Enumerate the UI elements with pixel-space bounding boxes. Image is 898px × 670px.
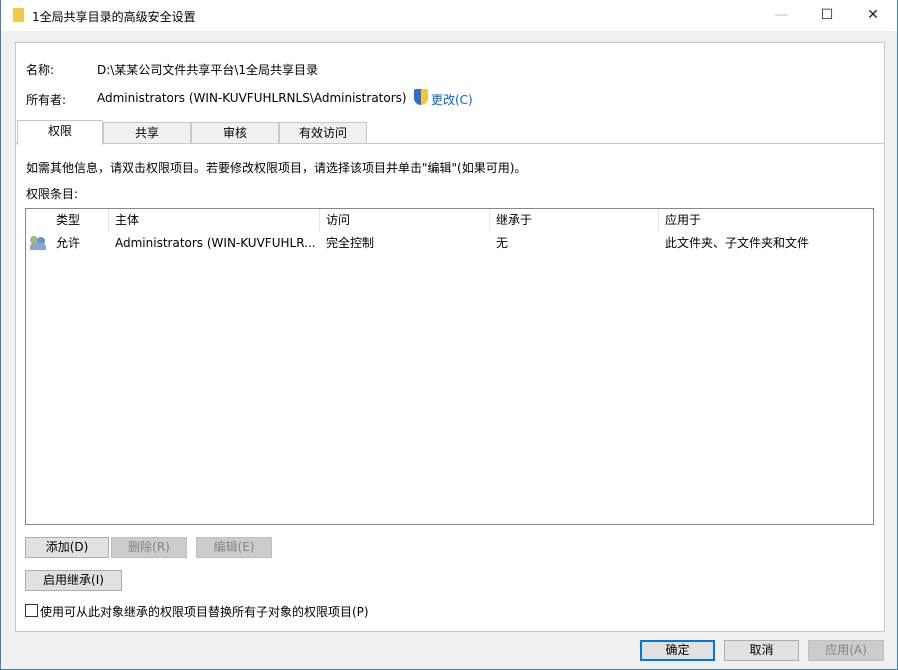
cell-applies-to: 此文件夹、子文件夹和文件 bbox=[659, 233, 809, 253]
minimize-button[interactable]: — bbox=[758, 0, 804, 30]
cell-principal: Administrators (WIN-KUVFUHLR... bbox=[109, 233, 316, 253]
owner-label: 所有者: bbox=[26, 91, 66, 108]
column-header-principal[interactable]: 主体 bbox=[109, 209, 320, 231]
cell-type: 允许 bbox=[50, 233, 80, 253]
column-header-access[interactable]: 访问 bbox=[320, 209, 490, 231]
tab-sharing[interactable]: 共享 bbox=[103, 122, 191, 144]
owner-value: Administrators (WIN-KUVFUHLRNLS\Administ… bbox=[97, 91, 407, 105]
main-panel: 名称: D:\某某公司文件共享平台\1全局共享目录 所有者: Administr… bbox=[15, 42, 885, 632]
remove-button[interactable]: 删除(R) bbox=[111, 537, 187, 558]
close-button[interactable]: ✕ bbox=[850, 0, 896, 30]
entries-label: 权限条目: bbox=[26, 185, 78, 202]
window-title: 1全局共享目录的高级安全设置 bbox=[32, 8, 196, 25]
permission-entries-list[interactable]: 类型 主体 访问 继承于 应用于 允许 Administrators (WIN-… bbox=[25, 208, 874, 525]
hint-text: 如需其他信息，请双击权限项目。若要修改权限项目，请选择该项目并单击"编辑"(如果… bbox=[26, 159, 526, 176]
title-bar: 1全局共享目录的高级安全设置 — ☐ ✕ bbox=[1, 0, 897, 31]
folder-icon bbox=[13, 8, 24, 22]
apply-button[interactable]: 应用(A) bbox=[808, 640, 884, 661]
tab-divider bbox=[16, 143, 884, 144]
name-label: 名称: bbox=[26, 61, 54, 78]
name-value: D:\某某公司文件共享平台\1全局共享目录 bbox=[97, 61, 318, 78]
add-button[interactable]: 添加(D) bbox=[25, 537, 109, 558]
ok-button[interactable]: 确定 bbox=[640, 640, 715, 661]
enable-inheritance-button[interactable]: 启用继承(I) bbox=[25, 570, 122, 591]
column-header-applies-to[interactable]: 应用于 bbox=[659, 209, 873, 231]
change-owner-link[interactable]: 更改(C) bbox=[431, 91, 473, 108]
users-icon bbox=[30, 236, 46, 250]
replace-child-permissions-checkbox[interactable] bbox=[25, 604, 38, 617]
cell-access: 完全控制 bbox=[320, 233, 374, 253]
replace-child-permissions-label[interactable]: 使用可从此对象继承的权限项目替换所有子对象的权限项目(P) bbox=[40, 603, 369, 620]
uac-shield-icon bbox=[414, 89, 428, 105]
tab-auditing[interactable]: 审核 bbox=[191, 122, 279, 144]
tab-permissions[interactable]: 权限 bbox=[17, 120, 103, 145]
column-header-type[interactable]: 类型 bbox=[50, 209, 109, 231]
tab-effective-access[interactable]: 有效访问 bbox=[279, 122, 367, 144]
cancel-button[interactable]: 取消 bbox=[724, 640, 799, 661]
dialog-window: 1全局共享目录的高级安全设置 — ☐ ✕ 名称: D:\某某公司文件共享平台\1… bbox=[0, 0, 898, 670]
maximize-button[interactable]: ☐ bbox=[804, 0, 850, 30]
edit-button[interactable]: 编辑(E) bbox=[196, 537, 272, 558]
column-header-inherited-from[interactable]: 继承于 bbox=[490, 209, 659, 231]
cell-inherited-from: 无 bbox=[490, 233, 508, 253]
